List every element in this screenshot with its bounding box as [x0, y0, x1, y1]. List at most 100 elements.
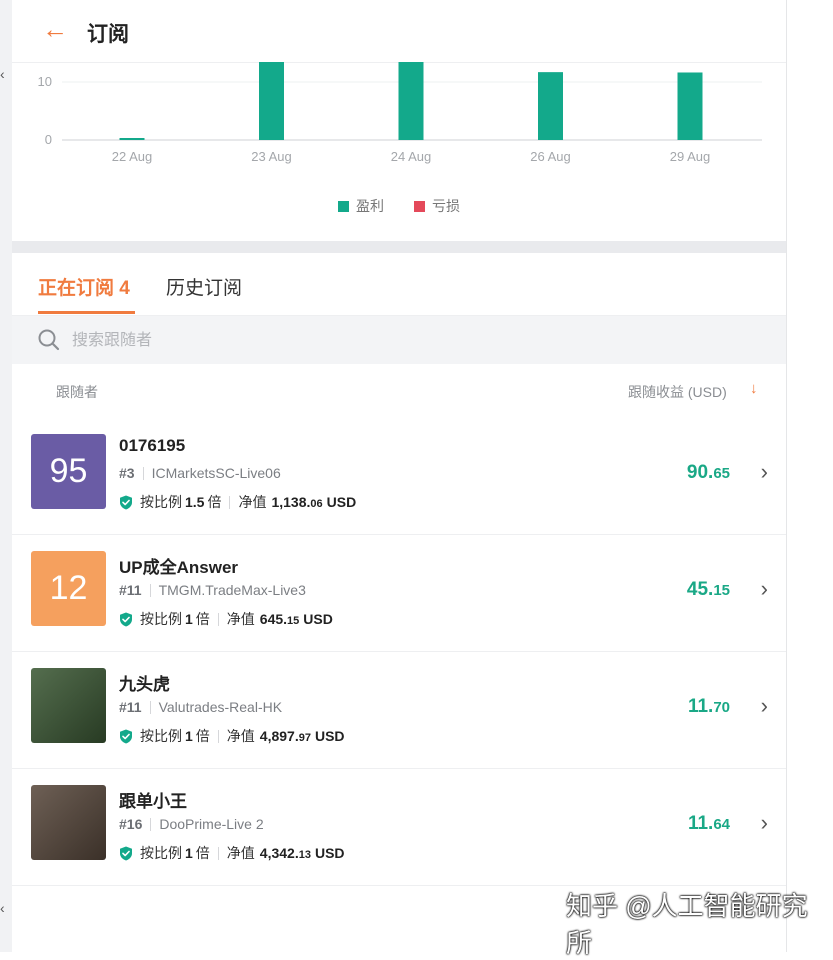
bar-profit[interactable] [398, 62, 424, 140]
profit-main: 45. [686, 579, 714, 600]
equity-value: 4,342.13 [260, 845, 311, 861]
legend-label: 盈利 [356, 198, 384, 214]
follower-account: #11 TMGM.TradeMax-Live3 [119, 582, 306, 598]
follower-rank: #11 [119, 582, 142, 598]
equity-decimals: 15 [287, 615, 300, 627]
follower-rank: #11 [119, 699, 142, 715]
column-header-profit[interactable]: 跟随收益 (USD) [628, 382, 727, 402]
shield-check-icon [120, 729, 132, 743]
chevron-up-icon[interactable]: ‹ [0, 66, 5, 82]
ratio-unit: 倍 [195, 845, 210, 861]
search-input[interactable] [70, 326, 674, 356]
separator [149, 700, 151, 714]
bar-profit[interactable] [677, 72, 703, 140]
equity-value: 1,138.06 [271, 494, 322, 510]
follower-name: 跟单小王 [119, 792, 187, 811]
follower-info: 按比例 1.5 倍 净值 1,138.06 USD [119, 492, 356, 512]
follower-account: #16 DooPrime-Live 2 [119, 816, 264, 832]
separator [217, 846, 219, 860]
follower-info: 按比例 1 倍 净值 645.15 USD [119, 609, 333, 629]
chart-legend: 盈利 亏损 [12, 196, 786, 216]
follower-row[interactable]: 九头虎 #11 Valutrades-Real-HK 按比例 1 倍 净值 4,… [12, 651, 786, 769]
bar-profit[interactable] [538, 72, 563, 140]
follower-profit: 45.15 [687, 579, 730, 601]
follower-profit: 11.70 [688, 696, 730, 718]
shield-check-icon [120, 612, 132, 626]
profit-decimals: 64 [713, 816, 730, 833]
page-title: 订阅 [87, 23, 129, 46]
ratio-unit: 倍 [195, 728, 210, 744]
tab-history-subscriptions[interactable]: 历史订阅 [166, 273, 242, 300]
watermark: 知乎 @人工智能研究所 [566, 891, 808, 958]
currency: USD [314, 845, 345, 861]
legend-item[interactable]: 盈利 [338, 196, 384, 216]
x-tick-label: 29 Aug [670, 149, 711, 164]
ratio-value: 1 [185, 728, 193, 744]
broker-server: TMGM.TradeMax-Live3 [158, 582, 306, 598]
search-icon[interactable] [38, 329, 60, 351]
chevron-right-icon[interactable]: › [761, 810, 768, 836]
profit-decimals: 15 [713, 582, 730, 599]
profit-decimals: 65 [713, 465, 730, 482]
follower-profit: 90.65 [687, 462, 730, 484]
ratio-label: 按比例 [140, 494, 182, 510]
equity-main: 4,342. [259, 845, 299, 861]
equity-value: 4,897.97 [260, 728, 311, 744]
ratio-value: 1 [185, 845, 193, 861]
profit-bar-chart: 0 10 22 Aug 23 Aug 24 Aug 26 Aug 29 Aug [38, 62, 762, 164]
ratio-label: 按比例 [140, 728, 182, 744]
legend-swatch [338, 200, 349, 212]
column-header-follower: 跟随者 [56, 384, 98, 400]
shield-check-icon [120, 846, 132, 860]
legend-swatch [414, 200, 425, 212]
arrow-left-icon[interactable]: ← [42, 14, 68, 44]
equity-main: 645. [259, 611, 288, 627]
chevron-down-icon[interactable]: ‹ [0, 900, 5, 916]
profit-main: 90. [686, 462, 714, 483]
separator [217, 612, 219, 626]
separator [229, 495, 231, 509]
avatar-text: 12 [49, 569, 88, 607]
ratio-unit: 倍 [207, 494, 222, 510]
follower-row[interactable]: 跟单小王 #16 DooPrime-Live 2 按比例 1 倍 净值 4,34… [12, 768, 786, 886]
equity-label: 净值 [226, 611, 255, 627]
avatar-text: 95 [49, 452, 88, 490]
avatar [31, 785, 106, 860]
equity-decimals: 13 [298, 849, 311, 861]
follower-row[interactable]: 95 0176195 #3 ICMarketsSC-Live06 按比例 1.5… [12, 417, 786, 535]
equity-decimals: 06 [310, 498, 323, 510]
active-tab-indicator [38, 311, 135, 314]
arrow-down-icon[interactable]: ↓ [750, 380, 758, 397]
avatar [31, 668, 106, 743]
tab-current-subscriptions[interactable]: 正在订阅 4 [38, 273, 130, 300]
search-bar [12, 316, 786, 364]
separator [142, 466, 144, 480]
y-tick-label: 10 [38, 74, 52, 89]
chevron-right-icon[interactable]: › [761, 576, 768, 602]
bar-profit[interactable] [259, 62, 284, 140]
follower-rank: #16 [119, 816, 143, 832]
chevron-right-icon[interactable]: › [761, 693, 768, 719]
profit-main: 11. [687, 696, 714, 717]
separator [150, 817, 152, 831]
left-scroll-rail: ‹ ‹ [0, 0, 12, 952]
chevron-right-icon[interactable]: › [761, 459, 768, 485]
x-tick-label: 26 Aug [530, 149, 571, 164]
separator [149, 583, 151, 597]
follower-row[interactable]: 12 UP成全Answer #11 TMGM.TradeMax-Live3 按比… [12, 534, 786, 652]
currency: USD [303, 611, 333, 627]
follower-info: 按比例 1 倍 净值 4,897.97 USD [119, 726, 345, 746]
legend-item[interactable]: 亏损 [414, 196, 460, 216]
equity-label: 净值 [226, 845, 255, 861]
ratio-value: 1.5 [185, 494, 205, 510]
profit-decimals: 70 [713, 699, 730, 716]
equity-main: 4,897. [259, 728, 299, 744]
ratio-label: 按比例 [140, 611, 182, 627]
y-tick-label: 0 [45, 132, 52, 147]
equity-label: 净值 [226, 728, 255, 744]
broker-server: DooPrime-Live 2 [159, 816, 264, 832]
subscription-panel: ← 订阅 0 10 22 Aug 23 Aug 24 Aug 26 Aug 29 Aug 盈… [12, 0, 787, 952]
currency: USD [326, 494, 357, 510]
x-tick-label: 23 Aug [251, 149, 292, 164]
bar-profit[interactable] [119, 138, 145, 140]
